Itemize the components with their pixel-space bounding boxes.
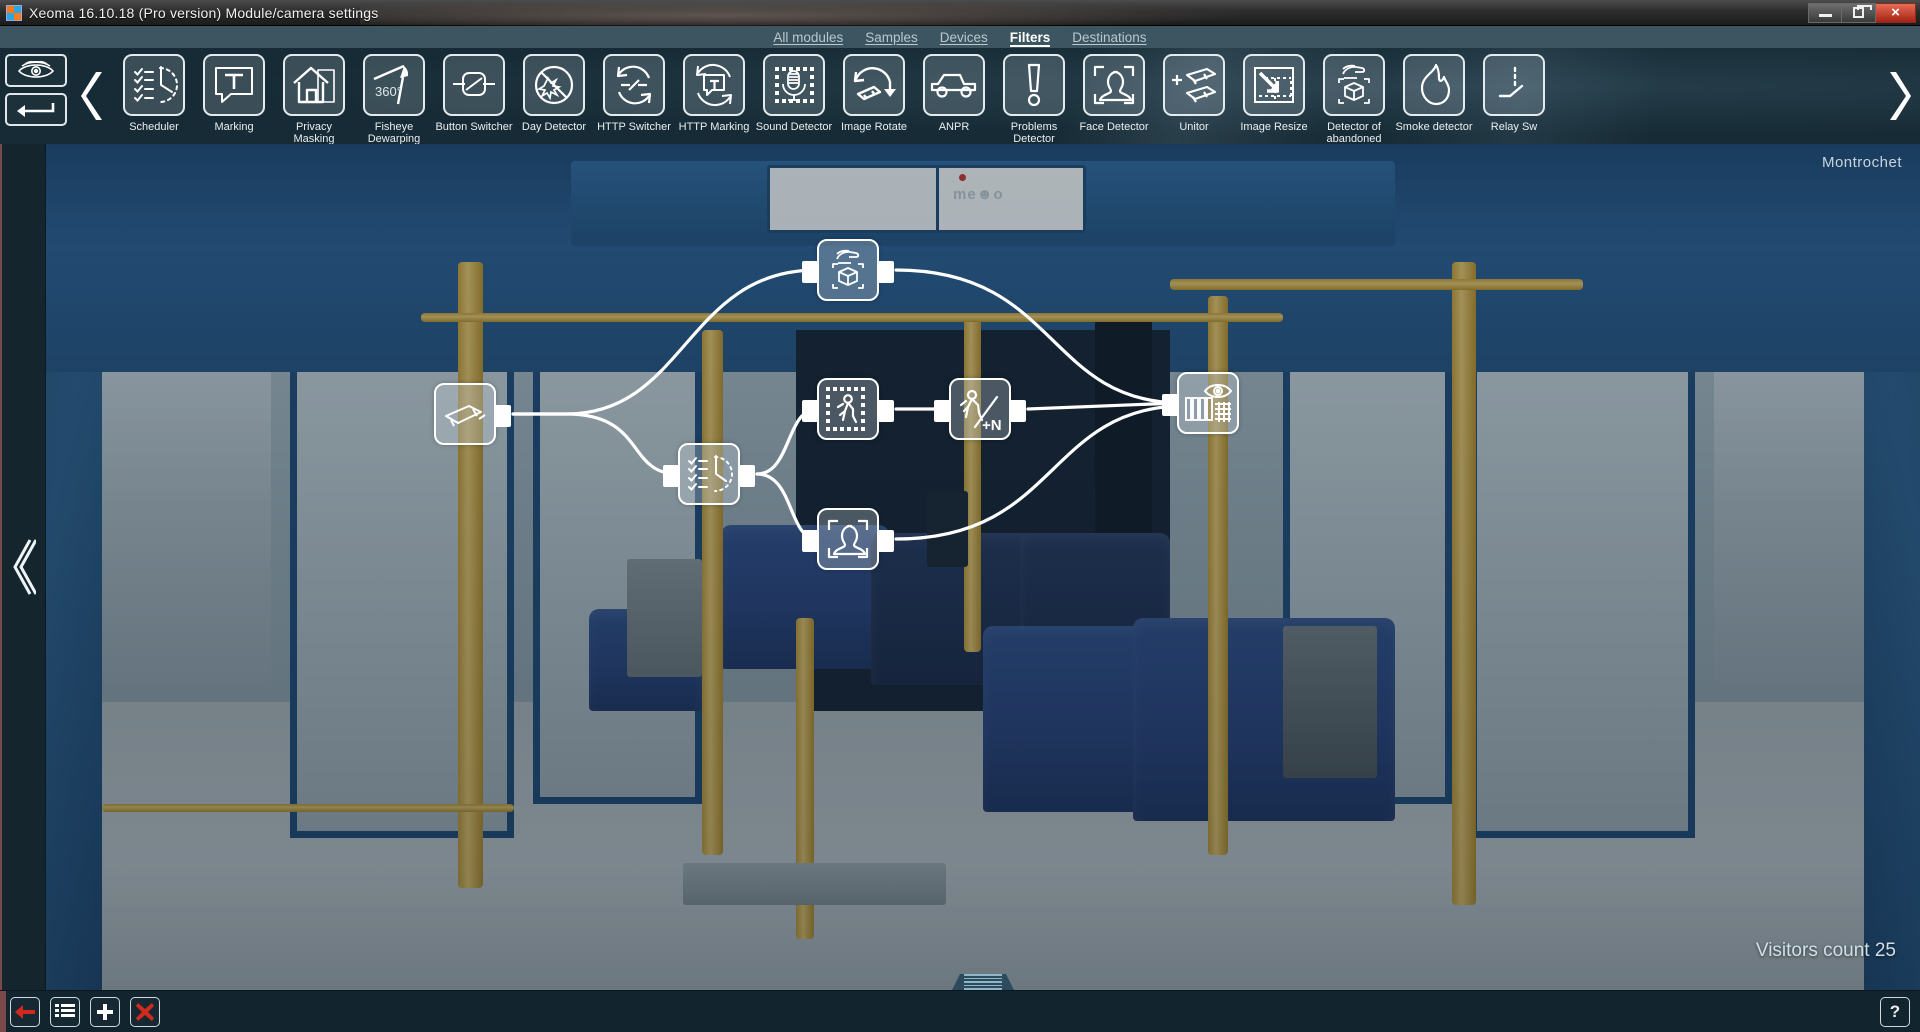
- menu-item-destinations[interactable]: Destinations: [1072, 30, 1146, 45]
- list-button[interactable]: [50, 996, 80, 1027]
- privacy-masking-house-icon: [283, 54, 345, 116]
- tool-label: ANPR: [938, 121, 970, 133]
- abandoned-objects-box-hand-icon: [1323, 54, 1385, 116]
- tool-http-marking[interactable]: HTTP Marking: [674, 54, 754, 133]
- tool-label: Unitor: [1179, 121, 1209, 133]
- tool-label: Button Switcher: [435, 121, 513, 133]
- stage-collapse-rail[interactable]: [0, 144, 46, 990]
- add-button[interactable]: [90, 996, 120, 1027]
- plus-icon: [97, 1003, 113, 1020]
- tool-image-resize[interactable]: Image Resize: [1234, 54, 1314, 133]
- restore-button[interactable]: [1842, 2, 1876, 23]
- toolbar-scroll-left[interactable]: [72, 48, 114, 144]
- tool-label: Day Detector: [521, 121, 587, 133]
- tool-sound-detector[interactable]: Sound Detector: [754, 54, 834, 133]
- unitor-plus-cameras-icon: [1163, 54, 1225, 116]
- tool-label: HTTP Switcher: [597, 121, 671, 133]
- tool-marking[interactable]: Marking: [194, 54, 274, 133]
- button-switcher-toggle-icon: [443, 54, 505, 116]
- bottom-resize-handle[interactable]: [952, 974, 1014, 990]
- side-panel-buttons: [0, 48, 72, 126]
- double-chevron-left-icon: [12, 539, 36, 595]
- red-left-arrow-icon: [15, 1004, 35, 1019]
- video-stage: me☻o Montro: [0, 144, 1920, 990]
- tool-label: Sound Detector: [755, 121, 833, 133]
- menu-item-filters[interactable]: Filters: [1009, 30, 1050, 47]
- image-resize-arrow-icon: [1243, 54, 1305, 116]
- tool-face-detector[interactable]: Face Detector: [1074, 54, 1154, 133]
- list-lines-icon: [55, 1003, 75, 1017]
- tool-label: Fisheye Dewarping: [367, 121, 421, 144]
- xeoma-logo-icon: [6, 4, 22, 21]
- visitors-count-overlay: Visitors count 25: [1755, 940, 1896, 961]
- help-button[interactable]: ?: [1880, 996, 1910, 1027]
- tool-smoke-detector[interactable]: Smoke detector: [1394, 54, 1474, 133]
- tool-day-detector[interactable]: Day Detector: [514, 54, 594, 133]
- module-chain-links: [511, 268, 1179, 541]
- menu-bar: All modules Samples Devices Filters Dest…: [0, 26, 1920, 48]
- minimize-button[interactable]: [1808, 2, 1842, 23]
- title-bar: Xeoma 16.10.18 (Pro version) Module/came…: [0, 0, 1920, 26]
- preview-eye-button[interactable]: [5, 54, 67, 87]
- red-x-icon: [136, 1002, 154, 1021]
- back-button[interactable]: [10, 996, 40, 1027]
- svg-text:360°: 360°: [375, 84, 402, 99]
- menu-item-devices[interactable]: Devices: [940, 30, 988, 45]
- tool-label: Face Detector: [1079, 121, 1149, 133]
- toolbar-items: Scheduler Marking Privacy Masking 360° F…: [114, 48, 1878, 144]
- relay-switcher-icon: [1483, 54, 1545, 116]
- tool-label: Detector of abandoned objects: [1326, 121, 1382, 144]
- marking-text-bubble-icon: [203, 54, 265, 116]
- title-bar-glare: [360, 0, 1260, 26]
- tool-label: Smoke detector: [1395, 121, 1473, 133]
- fisheye-360-icon: 360°: [363, 54, 425, 116]
- tool-label: Marking: [214, 121, 254, 133]
- camera-video-feed[interactable]: me☻o Montro: [46, 144, 1920, 990]
- menu-item-all-modules[interactable]: All modules: [773, 30, 843, 45]
- menu-item-samples[interactable]: Samples: [865, 30, 918, 45]
- smoke-detector-flame-icon: [1403, 54, 1465, 116]
- bottom-toolbar: ?: [0, 990, 1920, 1032]
- image-rotate-camera-arrow-icon: [843, 54, 905, 116]
- anpr-car-icon: [923, 54, 985, 116]
- tool-fisheye-dewarping[interactable]: 360° Fisheye Dewarping: [354, 54, 434, 144]
- toolbar-scroll-right[interactable]: [1878, 48, 1920, 144]
- tool-label: HTTP Marking: [678, 121, 750, 133]
- tool-anpr[interactable]: ANPR: [914, 54, 994, 133]
- problems-detector-exclamation-icon: [1003, 54, 1065, 116]
- module-toolbar: Scheduler Marking Privacy Masking 360° F…: [0, 48, 1920, 144]
- tool-label: Relay Sw: [1490, 121, 1538, 133]
- http-marking-arrows-text-icon: [683, 54, 745, 116]
- tool-unitor[interactable]: Unitor: [1154, 54, 1234, 133]
- tool-abandoned-objects[interactable]: Detector of abandoned objects: [1314, 54, 1394, 144]
- tool-label: Image Resize: [1240, 121, 1308, 133]
- tool-image-rotate[interactable]: Image Rotate: [834, 54, 914, 133]
- tool-problems-detector[interactable]: Problems Detector: [994, 54, 1074, 144]
- sound-detector-microphone-icon: [763, 54, 825, 116]
- scheduler-checklist-clock-icon: [123, 54, 185, 116]
- face-detector-icon: [1083, 54, 1145, 116]
- back-arrow-button[interactable]: [5, 93, 67, 126]
- window-controls: ×: [1808, 2, 1916, 23]
- day-detector-no-sun-icon: [523, 54, 585, 116]
- window-title: Xeoma 16.10.18 (Pro version) Module/came…: [29, 4, 379, 21]
- tool-button-switcher[interactable]: Button Switcher: [434, 54, 514, 133]
- http-switcher-arrows-toggle-icon: [603, 54, 665, 116]
- tool-label: Scheduler: [129, 121, 179, 133]
- tool-label: Image Rotate: [840, 121, 908, 133]
- tool-relay-switcher[interactable]: Relay Sw: [1474, 54, 1554, 133]
- tool-privacy-masking[interactable]: Privacy Masking: [274, 54, 354, 144]
- tool-label: Problems Detector: [1010, 121, 1058, 144]
- tool-label: Privacy Masking: [293, 121, 335, 144]
- delete-button[interactable]: [130, 996, 160, 1027]
- tool-scheduler[interactable]: Scheduler: [114, 54, 194, 133]
- tool-http-switcher[interactable]: HTTP Switcher: [594, 54, 674, 133]
- close-button[interactable]: ×: [1876, 2, 1916, 23]
